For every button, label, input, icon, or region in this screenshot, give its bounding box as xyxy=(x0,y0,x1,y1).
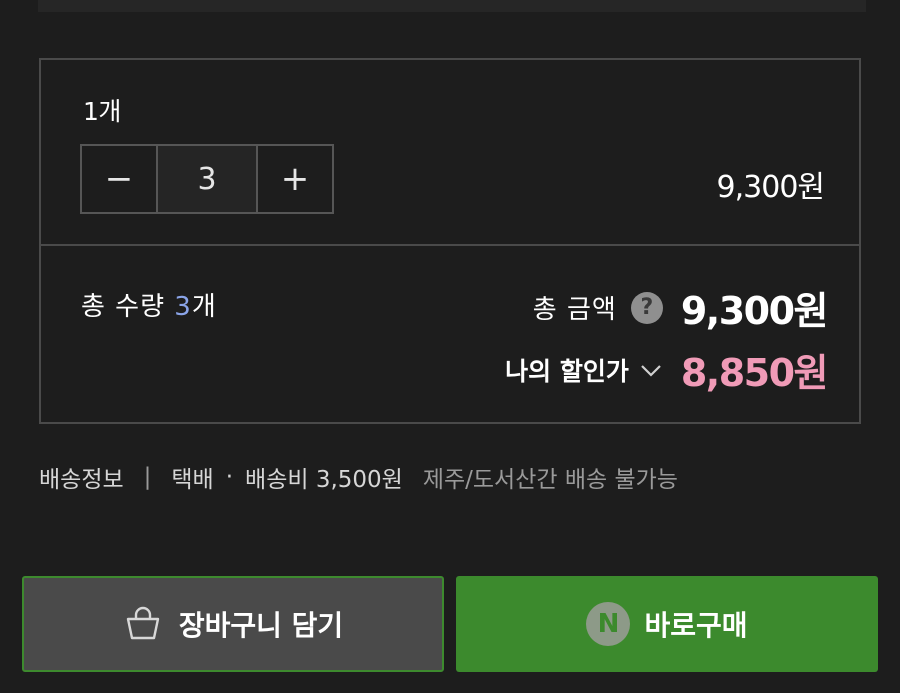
naver-pay-icon: N xyxy=(586,602,631,646)
add-to-cart-label: 장바구니 담기 xyxy=(178,609,344,642)
buy-now-label: 바로구매 xyxy=(644,609,748,642)
total-quantity-label: 총 수량 xyxy=(81,292,166,322)
total-quantity-value: 3 xyxy=(174,292,192,322)
total-quantity-unit: 개 xyxy=(191,292,217,322)
divider: | xyxy=(143,464,152,490)
total-amount-label: 총 금액 xyxy=(532,295,617,325)
quantity-stepper: − 3 + xyxy=(80,144,334,214)
increase-button[interactable]: + xyxy=(258,146,332,212)
discount-price: 나의 할인가 8,850원 xyxy=(505,342,829,397)
buy-now-button[interactable]: N 바로구매 xyxy=(456,576,878,672)
total-amount-value: 9,300원 xyxy=(680,289,829,333)
quantity-value[interactable]: 3 xyxy=(156,146,258,212)
shipping-method: 택배 xyxy=(171,467,214,493)
chevron-down-icon[interactable] xyxy=(637,356,665,384)
shipping-fee: 배송비 3,500원 xyxy=(245,467,403,493)
option-price: 9,300원 xyxy=(716,170,825,205)
total-quantity: 총 수량 3개 xyxy=(81,286,217,323)
discount-label[interactable]: 나의 할인가 xyxy=(505,352,629,388)
top-strip xyxy=(38,0,866,12)
shipping-info: 배송정보 | 택배 · 배송비 3,500원 제주/도서산간 배송 불가능 xyxy=(39,460,678,494)
total-amount: 총 금액 ? 9,300원 xyxy=(532,280,829,335)
dot-separator: · xyxy=(225,464,234,490)
question-circle-icon[interactable]: ? xyxy=(630,291,663,324)
option-row: 1개 − 3 + 9,300원 xyxy=(41,60,859,246)
discount-value: 8,850원 xyxy=(680,351,829,395)
shopping-bag-icon xyxy=(126,606,160,640)
option-name: 1개 xyxy=(83,97,121,126)
shipping-title: 배송정보 xyxy=(39,467,124,493)
decrease-button[interactable]: − xyxy=(82,146,156,212)
selected-option-box: 1개 − 3 + 9,300원 총 수량 3개 총 금액 ? 9,300원 나의… xyxy=(39,58,861,424)
add-to-cart-button[interactable]: 장바구니 담기 xyxy=(22,576,444,672)
product-order-panel: 1개 − 3 + 9,300원 총 수량 3개 총 금액 ? 9,300원 나의… xyxy=(0,0,900,693)
shipping-note: 제주/도서산간 배송 불가능 xyxy=(422,467,678,493)
